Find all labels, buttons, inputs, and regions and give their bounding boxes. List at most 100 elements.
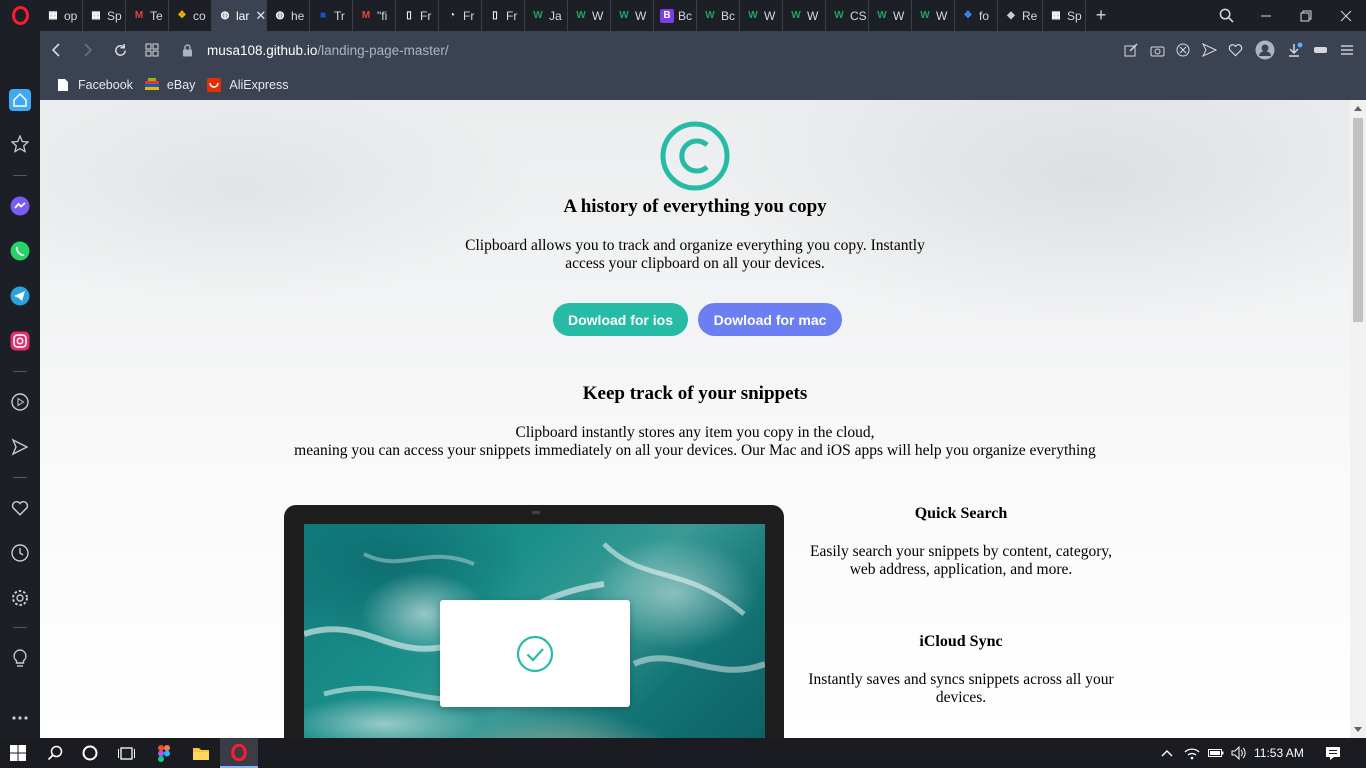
minimize-button[interactable] (1246, 0, 1286, 31)
scrollbar-thumb[interactable] (1353, 118, 1363, 322)
tab-item[interactable]: ◍ he (267, 0, 310, 31)
sidebar-telegram-button[interactable] (8, 284, 32, 308)
back-button[interactable] (40, 31, 72, 69)
tab-item[interactable]: W CS (826, 0, 869, 31)
url-host: musa108.github.io (207, 42, 318, 58)
snapshot-button[interactable] (1144, 31, 1170, 69)
tab-item[interactable]: B Bc (654, 0, 697, 31)
tab-item[interactable]: W Bc (697, 0, 740, 31)
snippets-text-line2: meaning you can access your snippets imm… (294, 442, 1096, 459)
url-field[interactable]: musa108.github.io/landing-page-master/ (182, 43, 449, 58)
taskbar-search-button[interactable] (38, 738, 72, 768)
tab-item[interactable]: ▯ Fr (396, 0, 439, 31)
more-icon (12, 716, 28, 720)
easy-setup-button[interactable] (1334, 31, 1360, 69)
sidebar-whatsapp-button[interactable] (8, 239, 32, 263)
tab-item[interactable]: ◔ Fr (439, 0, 482, 31)
tab-item[interactable]: ◍ lar ✕ (212, 0, 267, 31)
new-tab-button[interactable]: + (1086, 0, 1116, 31)
tab-item[interactable]: WW (611, 0, 654, 31)
battery-saver-button[interactable] (1308, 31, 1334, 69)
aliexpress-icon (207, 77, 222, 92)
scroll-down-arrow[interactable] (1354, 727, 1362, 732)
battery-icon (1314, 47, 1327, 53)
heart-icon (1228, 44, 1242, 57)
tray-battery-button[interactable] (1205, 738, 1227, 768)
send-button[interactable] (1196, 31, 1222, 69)
close-window-button[interactable] (1326, 0, 1366, 31)
cortana-button[interactable] (72, 738, 108, 768)
scroll-up-arrow[interactable] (1354, 106, 1362, 111)
bookmark-label: AliExpress (229, 77, 289, 92)
bookmark-ebay[interactable]: eBay (144, 77, 195, 92)
reload-icon (114, 43, 126, 56)
sidebar-home-button[interactable] (8, 88, 32, 112)
close-tab-icon[interactable]: ✕ (255, 8, 266, 24)
start-button[interactable] (0, 738, 36, 768)
tray-volume-button[interactable] (1228, 738, 1250, 768)
download-ios-button[interactable]: Dowload for ios (553, 303, 688, 336)
tab-item[interactable]: ❖ co (169, 0, 212, 31)
sidebar-bookmarks-button[interactable] (8, 132, 32, 156)
sidebar-more-button[interactable] (8, 706, 32, 730)
url-path: /landing-page-master/ (317, 42, 449, 58)
tab-item[interactable]: ■ Tr (310, 0, 353, 31)
page-scrollbar[interactable] (1350, 100, 1366, 738)
tab-item[interactable]: WW (783, 0, 826, 31)
colorful-icon: ❖ (963, 10, 973, 21)
speed-dial-button[interactable] (136, 31, 168, 69)
bookmark-facebook[interactable]: Facebook (56, 78, 133, 92)
bookmark-aliexpress[interactable]: AliExpress (207, 77, 289, 92)
restore-button[interactable] (1286, 0, 1326, 31)
reload-button[interactable] (104, 31, 136, 69)
action-center-button[interactable] (1316, 738, 1350, 768)
sidebar-settings-button[interactable] (8, 586, 32, 610)
sidebar-tips-button[interactable] (8, 647, 32, 671)
taskbar-opera-button[interactable] (220, 738, 258, 768)
bookmark-button[interactable] (1222, 31, 1248, 69)
task-view-button[interactable] (108, 738, 144, 768)
downloads-button[interactable] (1282, 31, 1308, 69)
search-tabs-button[interactable] (1206, 0, 1246, 31)
tab-item[interactable]: WW (869, 0, 912, 31)
forward-button[interactable] (72, 31, 104, 69)
tray-overflow-button[interactable] (1156, 738, 1178, 768)
snippets-text-line1: Clipboard instantly stores any item you … (515, 424, 875, 441)
taskbar-file-explorer-button[interactable] (183, 738, 219, 768)
profile-button[interactable] (1248, 31, 1282, 69)
grid-icon: ▦ (48, 10, 58, 21)
tab-item[interactable]: W Ja (525, 0, 568, 31)
opera-menu-button[interactable] (0, 0, 40, 31)
windows-logo-icon (10, 745, 26, 761)
download-mac-button[interactable]: Dowload for mac (698, 303, 842, 336)
gear-icon (12, 590, 28, 606)
restore-icon (1300, 10, 1312, 21)
adblock-button[interactable] (1170, 31, 1196, 69)
tab-strip: ▦ op ▦ Sp M Te ❖ co ◍ lar ✕ ◍ he ■ Tr M "fi ▯ Fr ◔ Fr ▯ Fr W Ja W… (40, 0, 1086, 31)
tab-item[interactable]: ▦ Sp (83, 0, 126, 31)
tab-item[interactable]: WW (568, 0, 611, 31)
tab-item[interactable]: ▯ Fr (482, 0, 525, 31)
sidebar-favorites-button[interactable] (8, 496, 32, 520)
close-icon (1340, 10, 1352, 21)
sidebar-player-button[interactable] (8, 390, 32, 414)
tab-item[interactable]: WW (912, 0, 955, 31)
edit-button[interactable] (1118, 31, 1144, 69)
taskbar-clock[interactable]: 11:53 AM (1254, 738, 1304, 768)
tab-item[interactable]: M Te (126, 0, 169, 31)
colorful-icon: ❖ (177, 10, 187, 21)
tab-item[interactable]: M "fi (353, 0, 396, 31)
tab-item[interactable]: ▦ Sp (1043, 0, 1086, 31)
taskbar-figma-button[interactable] (146, 738, 182, 768)
menu-icon (1341, 45, 1353, 55)
tab-item[interactable]: ❖ fo (955, 0, 998, 31)
sidebar-history-button[interactable] (8, 541, 32, 565)
tab-item[interactable]: ◆ Re (998, 0, 1043, 31)
tab-item[interactable]: ▦ op (40, 0, 83, 31)
tab-item[interactable]: WW (740, 0, 783, 31)
messenger-icon (10, 196, 30, 216)
sidebar-instagram-button[interactable] (8, 329, 32, 353)
tray-network-button[interactable] (1180, 738, 1204, 768)
sidebar-messenger-button[interactable] (8, 194, 32, 218)
sidebar-flow-button[interactable] (8, 435, 32, 459)
